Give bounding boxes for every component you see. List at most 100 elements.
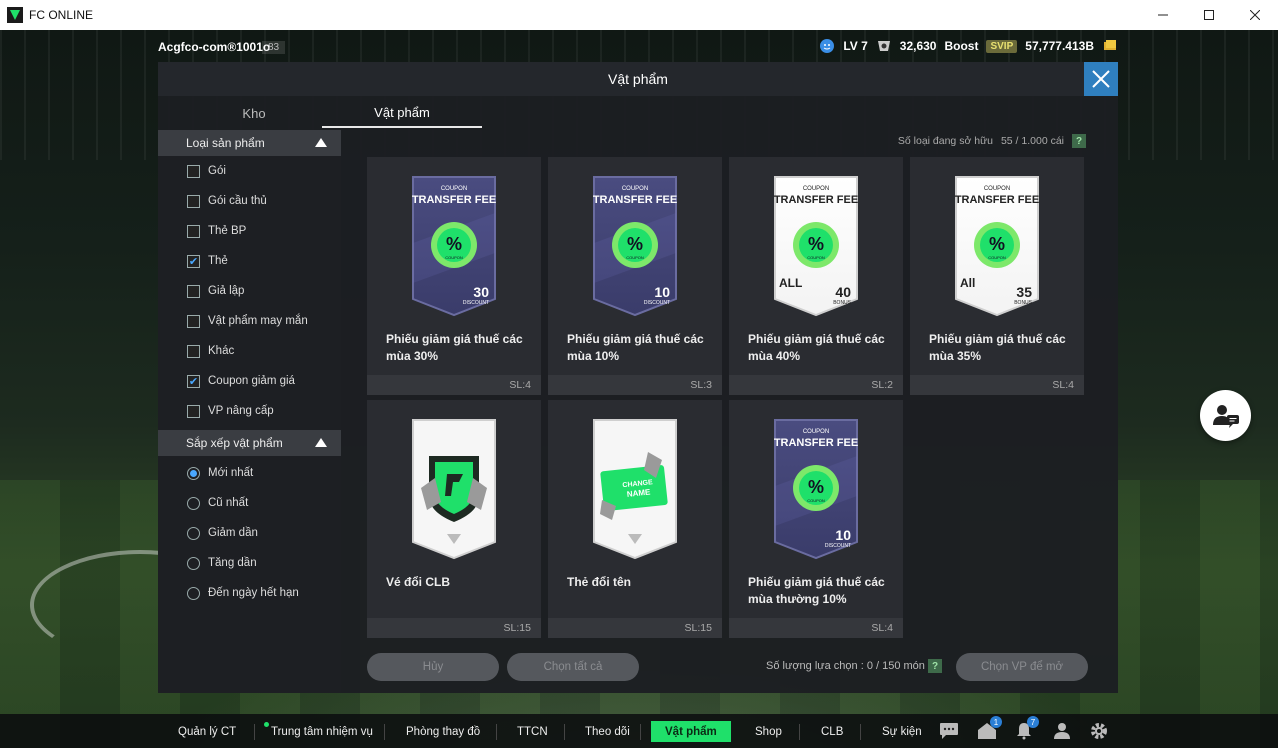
filter-option-label: VP nâng cấp <box>208 405 274 417</box>
card-percent-sub: DISCOUNT <box>463 300 489 306</box>
open-item-button[interactable]: Chọn VP để mở <box>956 653 1088 681</box>
dialog-title: Vật phẩm <box>608 71 668 87</box>
checkbox-icon[interactable] <box>187 404 200 418</box>
nav-shop[interactable]: Shop <box>755 722 782 742</box>
card-coupon-label: COUPON <box>803 429 829 435</box>
chat-icon[interactable] <box>938 720 960 742</box>
item-card[interactable]: COUPON TRANSFER FEE% COUPON 30 DISCOUNT Phiếu… <box>367 157 541 395</box>
filter-option[interactable]: Giả lập <box>158 276 341 306</box>
help-button[interactable]: ? <box>928 659 942 673</box>
filter-sidebar: Loại sản phẩm Gói Gói cầu thủ Thẻ BP ✔ Thẻ Gi… <box>158 130 341 693</box>
radio-selected-icon[interactable] <box>187 466 200 480</box>
item-card[interactable]: COUPON TRANSFER FEE% COUPON All 35 BONUS Phiếu… <box>910 157 1084 395</box>
club-ticket-icon <box>407 416 501 562</box>
bell-icon[interactable]: 7 <box>1013 716 1039 742</box>
sort-option-label: Đến ngày hết hạn <box>208 587 299 599</box>
select-all-button[interactable]: Chọn tất cả <box>507 653 639 681</box>
card-coupon-label: COUPON <box>984 186 1010 192</box>
tab-items[interactable]: Vật phẩm <box>322 98 482 128</box>
coupon-badge-text: COUPON <box>626 255 644 260</box>
minimize-button[interactable] <box>1140 0 1186 30</box>
coupon-badge-text: COUPON <box>807 255 825 260</box>
minimize-icon <box>1158 14 1168 16</box>
filter-section-product-type[interactable]: Loại sản phẩm <box>158 130 341 156</box>
cancel-button[interactable]: Hủy <box>367 653 499 681</box>
radio-icon[interactable] <box>187 556 200 570</box>
tab-storage[interactable]: Kho <box>174 98 334 128</box>
item-card[interactable]: CHANGE NAME Thẻ đổi tên SL:15 <box>548 400 722 638</box>
checkbox-icon[interactable] <box>187 284 200 298</box>
nav-club[interactable]: CLB <box>821 722 843 742</box>
filter-option-label: Thẻ BP <box>208 225 247 237</box>
nav-items[interactable]: Vật phẩm <box>651 721 731 742</box>
coupon-badge-text: COUPON <box>988 255 1006 260</box>
sort-option-label: Giảm dần <box>208 527 258 539</box>
item-card[interactable]: COUPON TRANSFER FEE% COUPON 10 DISCOUNT Phiếu… <box>548 157 722 395</box>
window-title: FC ONLINE <box>29 8 94 22</box>
card-tag: ALL <box>779 276 802 290</box>
sort-option[interactable]: Đến ngày hết hạn <box>158 578 341 608</box>
filter-option[interactable]: VP nâng cấp <box>158 396 341 426</box>
friend-chat-button[interactable] <box>1200 390 1251 441</box>
sort-option-label: Tăng dần <box>208 557 257 569</box>
card-percent: 10 <box>835 527 851 543</box>
card-percent: 10 <box>654 284 670 300</box>
filter-option[interactable]: Gói cầu thủ <box>158 186 341 216</box>
nav-mission-center[interactable]: Trung tâm nhiệm vụ <box>264 722 373 742</box>
item-card[interactable]: Vé đổi CLB SL:15 <box>367 400 541 638</box>
checkbox-icon[interactable] <box>187 164 200 178</box>
collapse-triangle-icon <box>315 438 327 447</box>
checkbox-icon[interactable] <box>187 314 200 328</box>
checkbox-icon[interactable] <box>187 344 200 358</box>
transfer-fee-coupon-icon: COUPON TRANSFER FEE% COUPON ALL 40 BONUS <box>769 173 863 319</box>
radio-icon[interactable] <box>187 586 200 600</box>
filter-option[interactable]: ✔ Thẻ <box>158 246 341 276</box>
nav-ttcn[interactable]: TTCN <box>517 722 548 742</box>
dialog-close-button[interactable] <box>1084 62 1118 96</box>
collapse-triangle-icon <box>315 138 327 147</box>
sort-option[interactable]: Mới nhất <box>158 458 341 488</box>
mail-badge: 1 <box>990 716 1002 728</box>
filter-option[interactable]: Khác <box>158 336 341 366</box>
filter-option[interactable]: Thẻ BP <box>158 216 341 246</box>
sort-option[interactable]: Giảm dần <box>158 518 341 548</box>
card-title-text: TRANSFER FEE <box>774 194 858 206</box>
filter-option[interactable]: Vật phẩm may mắn <box>158 306 341 336</box>
close-window-button[interactable] <box>1232 0 1278 30</box>
maximize-button[interactable] <box>1186 0 1232 30</box>
card-coupon-label: COUPON <box>441 186 467 192</box>
filter-option[interactable]: Gói <box>158 156 341 186</box>
fc-logo-icon <box>7 7 23 23</box>
radio-icon[interactable] <box>187 496 200 510</box>
card-percent-sub: DISCOUNT <box>644 300 670 306</box>
help-button[interactable]: ? <box>1072 134 1086 148</box>
coupon-badge-symbol: % <box>989 234 1005 254</box>
filter-section-sort[interactable]: Sắp xếp vật phẩm <box>158 430 341 456</box>
nav-follow[interactable]: Theo dõi <box>585 722 630 742</box>
item-card[interactable]: COUPON TRANSFER FEE% COUPON 10 DISCOUNT Phiếu… <box>729 400 903 638</box>
checkbox-checked-icon[interactable]: ✔ <box>187 374 200 388</box>
close-icon <box>1250 10 1260 20</box>
radio-icon[interactable] <box>187 526 200 540</box>
profile-icon[interactable] <box>1051 720 1073 742</box>
filter-option[interactable]: ✔ Coupon giảm giá <box>158 366 341 396</box>
item-card[interactable]: COUPON TRANSFER FEE% COUPON ALL 40 BONUS Phiếu… <box>729 157 903 395</box>
nav-team-management[interactable]: Quản lý CT <box>178 722 236 742</box>
checkbox-icon[interactable] <box>187 224 200 238</box>
checkbox-icon[interactable] <box>187 194 200 208</box>
card-title-text: TRANSFER FEE <box>955 194 1039 206</box>
coin-value: 32,630 <box>899 39 937 53</box>
item-quantity: SL:15 <box>367 618 541 638</box>
settings-gear-icon[interactable] <box>1088 720 1110 742</box>
item-quantity: SL:15 <box>548 618 722 638</box>
sort-option[interactable]: Cũ nhất <box>158 488 341 518</box>
sort-option[interactable]: Tăng dần <box>158 548 341 578</box>
item-name: Phiếu giảm giá thuế các mùa thường 10% <box>748 575 885 606</box>
checkbox-checked-icon[interactable]: ✔ <box>187 254 200 268</box>
nav-events[interactable]: Sự kiện <box>882 722 922 742</box>
nav-locker-room[interactable]: Phòng thay đồ <box>406 722 480 742</box>
filter-option-label: Coupon giảm giá <box>208 375 295 387</box>
mail-icon[interactable]: 1 <box>976 716 1002 742</box>
dialog-header: Vật phẩm <box>158 62 1118 96</box>
owned-value: 55 / 1.000 cái <box>1000 135 1064 147</box>
